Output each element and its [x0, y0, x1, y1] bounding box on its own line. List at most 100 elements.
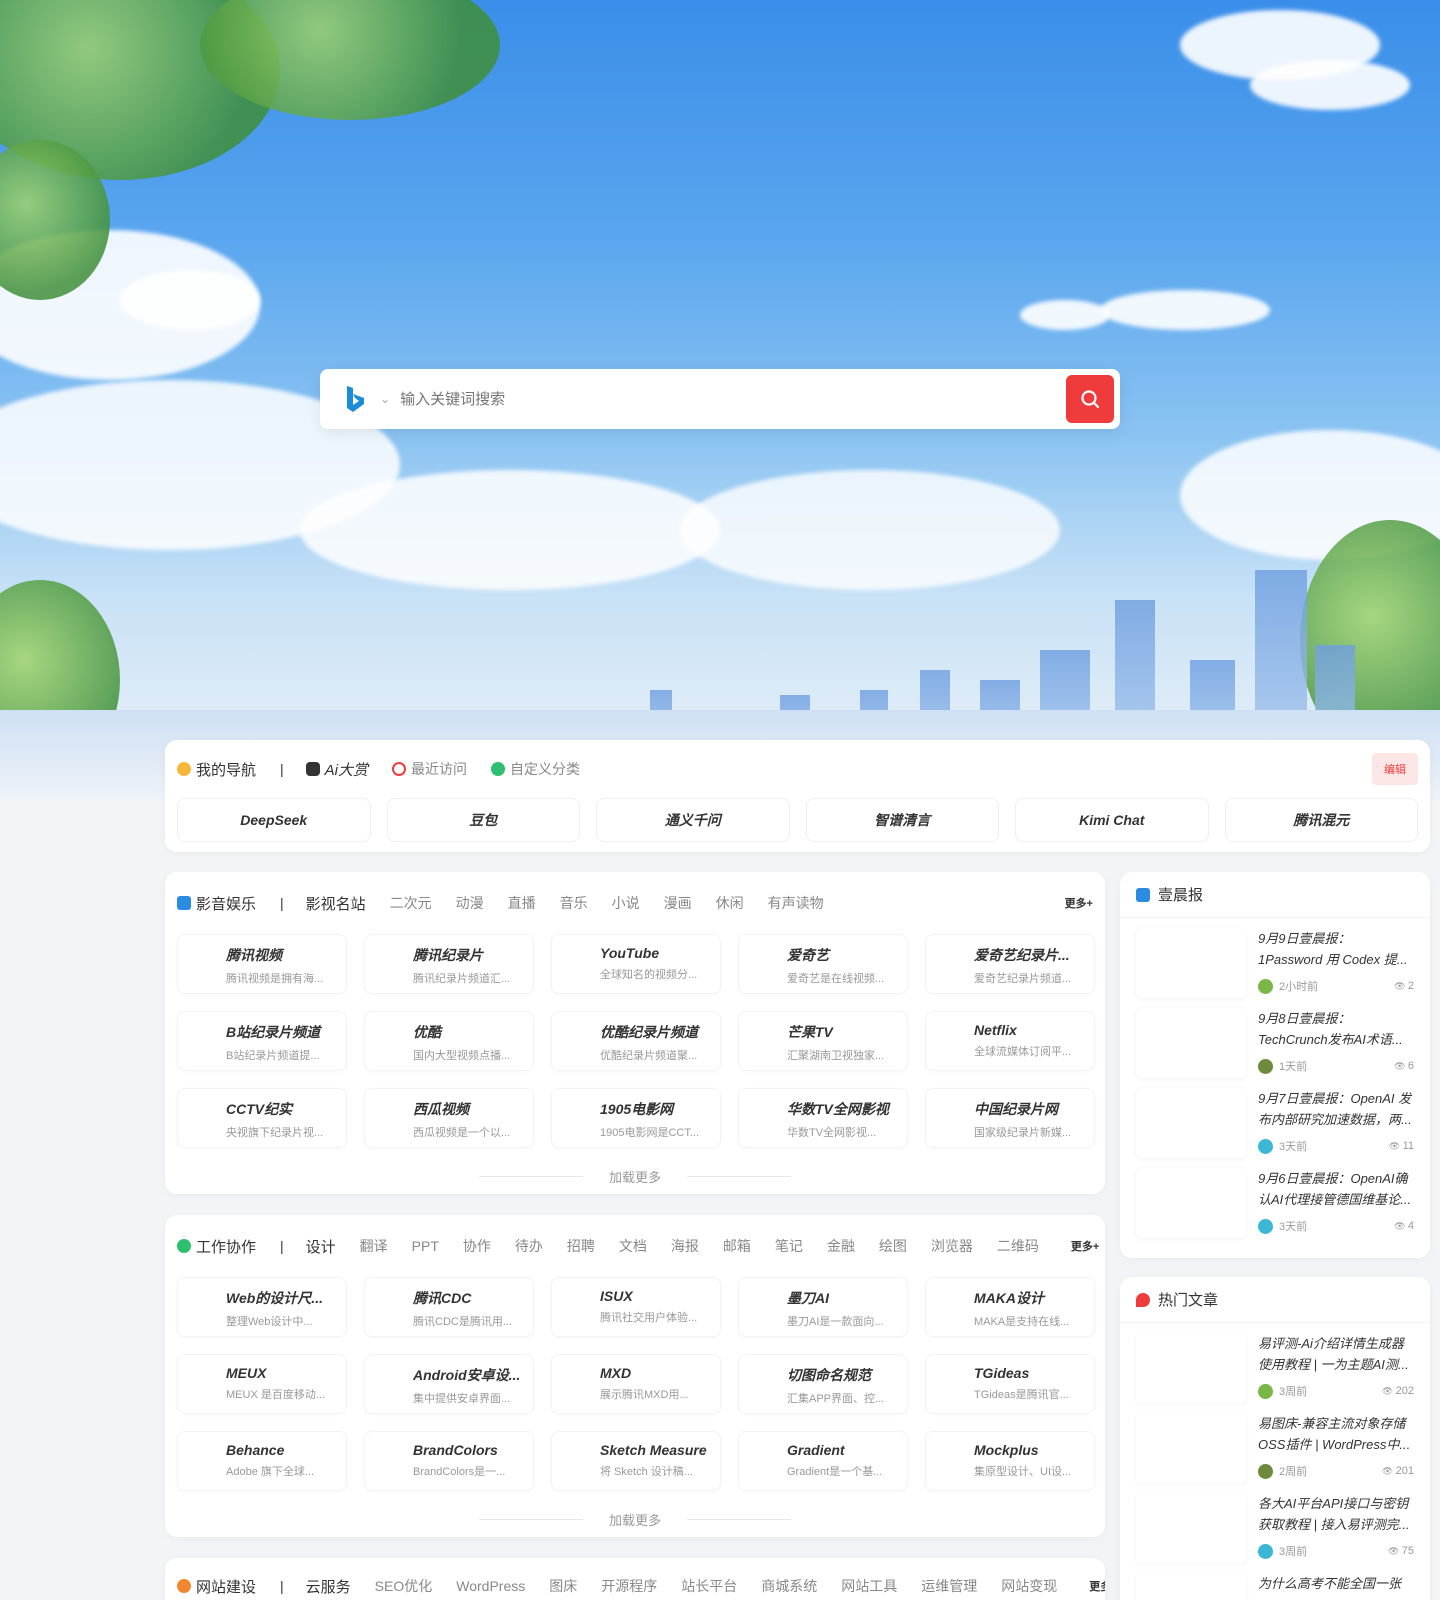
- tab-category[interactable]: 协作: [463, 1236, 491, 1256]
- tab-category[interactable]: 小说: [612, 893, 640, 913]
- load-more[interactable]: 加载更多: [165, 1148, 1105, 1204]
- site-card[interactable]: ISUX 腾讯社交用户体验...: [551, 1277, 721, 1337]
- site-card[interactable]: 腾讯纪录片 腾讯纪录片频道汇...: [364, 934, 534, 994]
- article-title[interactable]: 9月7日壹晨报：OpenAI 发布内部研究加速数据，两...: [1258, 1088, 1414, 1130]
- article-thumbnail[interactable]: [1136, 1008, 1246, 1078]
- site-card[interactable]: 腾讯CDC 腾讯CDC是腾讯用...: [364, 1277, 534, 1337]
- more-link[interactable]: 更多+: [1081, 1578, 1105, 1594]
- article-item[interactable]: 易图床-兼容主流对象存储OSS插件 | WordPress中... 2周前 👁 20…: [1120, 1407, 1430, 1487]
- site-card[interactable]: MEUX MEUX 是百度移动...: [177, 1354, 347, 1414]
- tab-category[interactable]: 邮箱: [723, 1236, 751, 1256]
- article-item[interactable]: 9月9日壹晨报：1Password 用 Codex 提... 2小时前 👁 2: [1120, 922, 1430, 1002]
- article-thumbnail[interactable]: [1136, 928, 1246, 998]
- tab-category[interactable]: 二维码: [997, 1236, 1039, 1256]
- site-card[interactable]: Android安卓设... 集中提供安卓界面...: [364, 1354, 534, 1414]
- tab-category[interactable]: 浏览器: [931, 1236, 973, 1256]
- tab-category[interactable]: 开源程序: [601, 1576, 657, 1596]
- site-card[interactable]: 华数TV全网影视 华数TV全网影视...: [738, 1088, 908, 1148]
- tab-category[interactable]: 商城系统: [761, 1576, 817, 1596]
- search-button[interactable]: [1066, 375, 1114, 423]
- tab-category[interactable]: 运维管理: [921, 1576, 977, 1596]
- article-item[interactable]: 9月6日壹晨报：OpenAI确认AI代理接管德国维基论... 3天前 👁 4: [1120, 1162, 1430, 1242]
- site-card[interactable]: 优酷 国内大型视频点播...: [364, 1011, 534, 1071]
- tab-category[interactable]: 动漫: [456, 893, 484, 913]
- article-item[interactable]: 9月8日壹晨报：TechCrunch发布AI术语... 1天前 👁 6: [1120, 1002, 1430, 1082]
- article-item[interactable]: 各大AI平台API接口与密钥获取教程 | 接入易评测完... 3周前 👁 75: [1120, 1487, 1430, 1567]
- tab-active[interactable]: 云服务: [306, 1576, 351, 1597]
- article-thumbnail[interactable]: [1136, 1168, 1246, 1238]
- article-thumbnail[interactable]: [1136, 1333, 1246, 1403]
- tab-category[interactable]: 音乐: [560, 893, 588, 913]
- tab-my-nav[interactable]: 我的导航: [177, 759, 256, 780]
- tab-category[interactable]: 直播: [508, 893, 536, 913]
- article-title[interactable]: 各大AI平台API接口与密钥获取教程 | 接入易评测完...: [1258, 1493, 1414, 1535]
- tab-category[interactable]: 金融: [827, 1236, 855, 1256]
- tab-ai-awards[interactable]: Ai大赏: [305, 759, 368, 780]
- nav-shortcut[interactable]: 豆包: [386, 798, 580, 842]
- article-thumbnail[interactable]: [1136, 1088, 1246, 1158]
- article-item[interactable]: 易评测-Ai介绍详情生成器使用教程 | 一为主题AI测... 3周前 👁 202: [1120, 1327, 1430, 1407]
- tab-recent[interactable]: 最近访问: [392, 759, 467, 779]
- nav-shortcut[interactable]: 通义千问: [596, 798, 790, 842]
- article-title[interactable]: 9月6日壹晨报：OpenAI确认AI代理接管德国维基论...: [1258, 1168, 1414, 1210]
- tab-active[interactable]: 设计: [306, 1236, 336, 1257]
- site-card[interactable]: B站纪录片频道 B站纪录片频道提...: [177, 1011, 347, 1071]
- edit-button[interactable]: 编辑: [1372, 753, 1418, 785]
- tab-category[interactable]: 海报: [671, 1236, 699, 1256]
- site-card[interactable]: Web的设计尺... 整理Web设计中...: [177, 1277, 347, 1337]
- site-card[interactable]: 1905电影网 1905电影网是CCT...: [551, 1088, 721, 1148]
- tab-category[interactable]: PPT: [412, 1238, 439, 1254]
- site-card[interactable]: YouTube 全球知名的视频分...: [551, 934, 721, 994]
- tab-active[interactable]: 影视名站: [306, 893, 366, 914]
- site-card[interactable]: Sketch Measure 将 Sketch 设计稿...: [551, 1431, 721, 1491]
- site-card[interactable]: 爱奇艺纪录片... 爱奇艺纪录片频道...: [925, 934, 1095, 994]
- article-title[interactable]: 9月8日壹晨报：TechCrunch发布AI术语...: [1258, 1008, 1414, 1050]
- tab-category[interactable]: SEO优化: [375, 1576, 433, 1596]
- tab-category[interactable]: 有声读物: [768, 893, 824, 913]
- tab-category[interactable]: 漫画: [664, 893, 692, 913]
- site-card[interactable]: MXD 展示腾讯MXD用...: [551, 1354, 721, 1414]
- chevron-down-icon[interactable]: ⌄: [380, 392, 390, 406]
- tab-category[interactable]: 网站变现: [1001, 1576, 1057, 1596]
- nav-shortcut[interactable]: Kimi Chat: [1015, 798, 1209, 842]
- tab-category[interactable]: 网站工具: [841, 1576, 897, 1596]
- site-card[interactable]: Behance Adobe 旗下全球...: [177, 1431, 347, 1491]
- tab-category[interactable]: 绘图: [879, 1236, 907, 1256]
- article-item[interactable]: 为什么高考不能全国一张: [1120, 1567, 1430, 1600]
- article-thumbnail[interactable]: [1136, 1573, 1246, 1600]
- tab-category[interactable]: 文档: [619, 1236, 647, 1256]
- article-thumbnail[interactable]: [1136, 1413, 1246, 1483]
- tab-category[interactable]: WordPress: [456, 1578, 525, 1594]
- site-card[interactable]: 墨刀AI 墨刀AI是一款面向...: [738, 1277, 908, 1337]
- article-title[interactable]: 为什么高考不能全国一张: [1258, 1573, 1414, 1600]
- tab-custom[interactable]: 自定义分类: [491, 759, 580, 779]
- more-link[interactable]: 更多+: [1062, 1238, 1100, 1254]
- tab-category[interactable]: 招聘: [567, 1236, 595, 1256]
- article-title[interactable]: 9月9日壹晨报：1Password 用 Codex 提...: [1258, 928, 1414, 970]
- site-card[interactable]: Gradient Gradient是一个基...: [738, 1431, 908, 1491]
- tab-category[interactable]: 待办: [515, 1236, 543, 1256]
- article-title[interactable]: 易图床-兼容主流对象存储OSS插件 | WordPress中...: [1258, 1413, 1414, 1455]
- tab-category[interactable]: 站长平台: [681, 1576, 737, 1596]
- site-card[interactable]: Mockplus 集原型设计、UI设...: [925, 1431, 1095, 1491]
- nav-shortcut[interactable]: DeepSeek: [177, 798, 371, 842]
- site-card[interactable]: 中国纪录片网 国家级纪录片新媒...: [925, 1088, 1095, 1148]
- site-card[interactable]: MAKA设计 MAKA是支持在线...: [925, 1277, 1095, 1337]
- site-card[interactable]: 腾讯视频 腾讯视频是拥有海...: [177, 934, 347, 994]
- site-card[interactable]: 切图命名规范 汇集APP界面、控...: [738, 1354, 908, 1414]
- tab-category[interactable]: 二次元: [390, 893, 432, 913]
- nav-shortcut[interactable]: 智谱清言: [805, 798, 999, 842]
- article-thumbnail[interactable]: [1136, 1493, 1246, 1563]
- bing-logo-icon[interactable]: [340, 384, 370, 414]
- site-card[interactable]: 西瓜视频 西瓜视频是一个以...: [364, 1088, 534, 1148]
- site-card[interactable]: 芒果TV 汇聚湖南卫视独家...: [738, 1011, 908, 1071]
- more-link[interactable]: 更多+: [1056, 895, 1093, 911]
- site-card[interactable]: CCTV纪实 央视旗下纪录片视...: [177, 1088, 347, 1148]
- nav-shortcut[interactable]: 腾讯混元: [1224, 798, 1418, 842]
- site-card[interactable]: BrandColors BrandColors是一...: [364, 1431, 534, 1491]
- site-card[interactable]: TGideas TGideas是腾讯官...: [925, 1354, 1095, 1414]
- article-title[interactable]: 易评测-Ai介绍详情生成器使用教程 | 一为主题AI测...: [1258, 1333, 1414, 1375]
- tab-category[interactable]: 翻译: [360, 1236, 388, 1256]
- tab-category[interactable]: 休闲: [716, 893, 744, 913]
- site-card[interactable]: Netflix 全球流媒体订阅平...: [925, 1011, 1095, 1071]
